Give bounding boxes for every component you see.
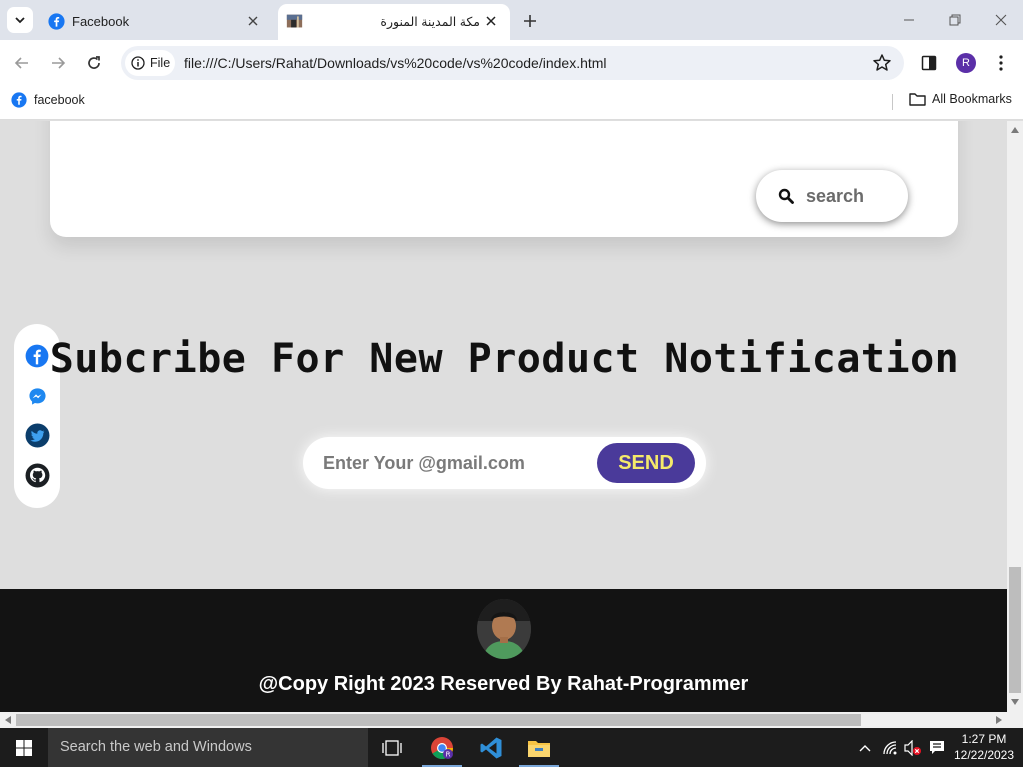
subscribe-heading: Subcribe For New Product Notification [0,336,1007,382]
twitter-link[interactable] [24,422,50,448]
new-tab-button[interactable] [518,9,542,33]
restore-icon [949,14,961,26]
bookmark-star-icon[interactable] [872,53,892,73]
page-favicon-icon [286,14,303,28]
forward-button[interactable] [44,49,72,77]
horizontal-scrollbar[interactable] [0,712,1007,728]
volume-status[interactable] [902,728,924,767]
search-label: search [806,185,865,206]
minimize-button[interactable] [897,8,921,32]
scroll-down-icon[interactable] [1011,699,1019,705]
email-input[interactable] [323,449,593,477]
arrow-right-icon [52,57,66,69]
site-info-chip[interactable]: File [125,50,175,76]
system-clock[interactable]: 1:27 PM 12/22/2023 [948,731,1020,763]
more-vertical-icon [999,55,1003,71]
tab-active-page[interactable]: مكة المدينة المنورة [278,4,510,40]
github-icon [25,463,49,487]
back-button[interactable] [8,49,36,77]
chrome-icon: R [431,736,453,759]
tab-title: Facebook [72,14,130,29]
github-link[interactable] [24,462,50,488]
reload-icon [88,56,100,69]
bookmark-facebook[interactable]: facebook [11,92,85,108]
action-center-button[interactable] [926,728,948,767]
notification-icon [930,741,944,754]
browser-toolbar: File file:///C:/Users/Rahat/Downloads/vs… [0,40,1023,86]
content-card: search [50,121,958,237]
side-panel-icon [921,55,937,71]
reload-button[interactable] [80,49,108,77]
clock-time: 1:27 PM [961,732,1007,746]
search-icon [778,188,794,204]
show-hidden-icons-button[interactable] [855,728,875,767]
windows-taskbar: Search the web and Windows R 1:27 PM 12/… [0,728,1023,767]
vscode-icon [480,737,502,758]
subscribe-heading-text: Subcribe For New Product Notification [49,336,960,382]
restore-button[interactable] [943,8,967,32]
horizontal-scroll-thumb[interactable] [16,714,861,726]
vertical-scroll-thumb[interactable] [1009,567,1021,693]
taskbar-search-box[interactable]: Search the web and Windows [48,728,368,767]
tab-search-button[interactable] [7,7,33,33]
close-icon [995,14,1007,26]
bookmarks-divider [892,94,893,110]
vertical-scrollbar[interactable] [1007,121,1023,712]
minimize-icon [904,19,914,21]
close-tab-icon[interactable] [482,12,500,30]
chevron-up-icon [859,744,871,751]
author-avatar [477,599,531,659]
bookmark-label: facebook [34,93,85,107]
facebook-icon [11,92,27,108]
search-button[interactable]: search [756,170,908,222]
vscode-taskbar-icon[interactable] [467,728,515,767]
volume-muted-icon [904,739,921,756]
folder-icon [909,93,926,106]
close-window-button[interactable] [989,8,1013,32]
scroll-up-icon[interactable] [1011,127,1019,133]
facebook-favicon-icon [48,13,65,30]
bookmarks-bar: facebook All Bookmarks [0,86,1023,120]
close-tab-icon[interactable] [244,12,262,30]
all-bookmarks-button[interactable]: All Bookmarks [909,92,1012,106]
side-panel-button[interactable] [918,52,940,74]
send-button[interactable]: SEND [597,443,695,483]
folder-icon [528,740,550,757]
chevron-down-icon [15,17,25,24]
messenger-link[interactable] [24,383,50,409]
scrollbar-corner [1007,712,1023,728]
task-view-button[interactable] [368,728,416,767]
browser-menu-button[interactable] [990,52,1012,74]
file-explorer-taskbar-icon[interactable] [515,728,563,767]
windows-logo-icon [16,739,32,756]
scroll-right-icon[interactable] [996,716,1002,724]
tab-facebook[interactable]: Facebook [40,4,272,40]
page-footer: @Copy Right 2023 Reserved By Rahat-Progr… [0,589,1007,712]
wifi-icon [883,740,897,754]
profile-avatar[interactable]: R [956,53,976,73]
twitter-icon [25,423,49,447]
copyright-text: @Copy Right 2023 Reserved By Rahat-Progr… [258,673,749,695]
clock-date: 12/22/2023 [953,748,1015,762]
page-viewport: search Subcribe For New Product Notifica… [0,121,1007,712]
address-bar[interactable]: File file:///C:/Users/Rahat/Downloads/vs… [121,46,904,80]
scheme-label: File [150,56,171,70]
plus-icon [524,15,536,27]
tab-title: مكة المدينة المنورة [380,15,480,29]
all-bookmarks-label: All Bookmarks [932,92,1012,106]
chrome-taskbar-icon[interactable]: R [418,728,466,767]
subscribe-form: SEND [303,437,706,489]
task-view-icon [382,739,402,756]
start-button[interactable] [0,728,48,767]
svg-text:R: R [446,750,451,758]
scroll-left-icon[interactable] [5,716,11,724]
info-icon [131,56,145,70]
tab-strip: Facebook مكة المدينة المنورة [0,0,1023,40]
messenger-icon [28,387,46,405]
url-text[interactable]: file:///C:/Users/Rahat/Downloads/vs%20co… [184,55,607,71]
network-status[interactable] [880,728,902,767]
arrow-left-icon [14,57,28,69]
